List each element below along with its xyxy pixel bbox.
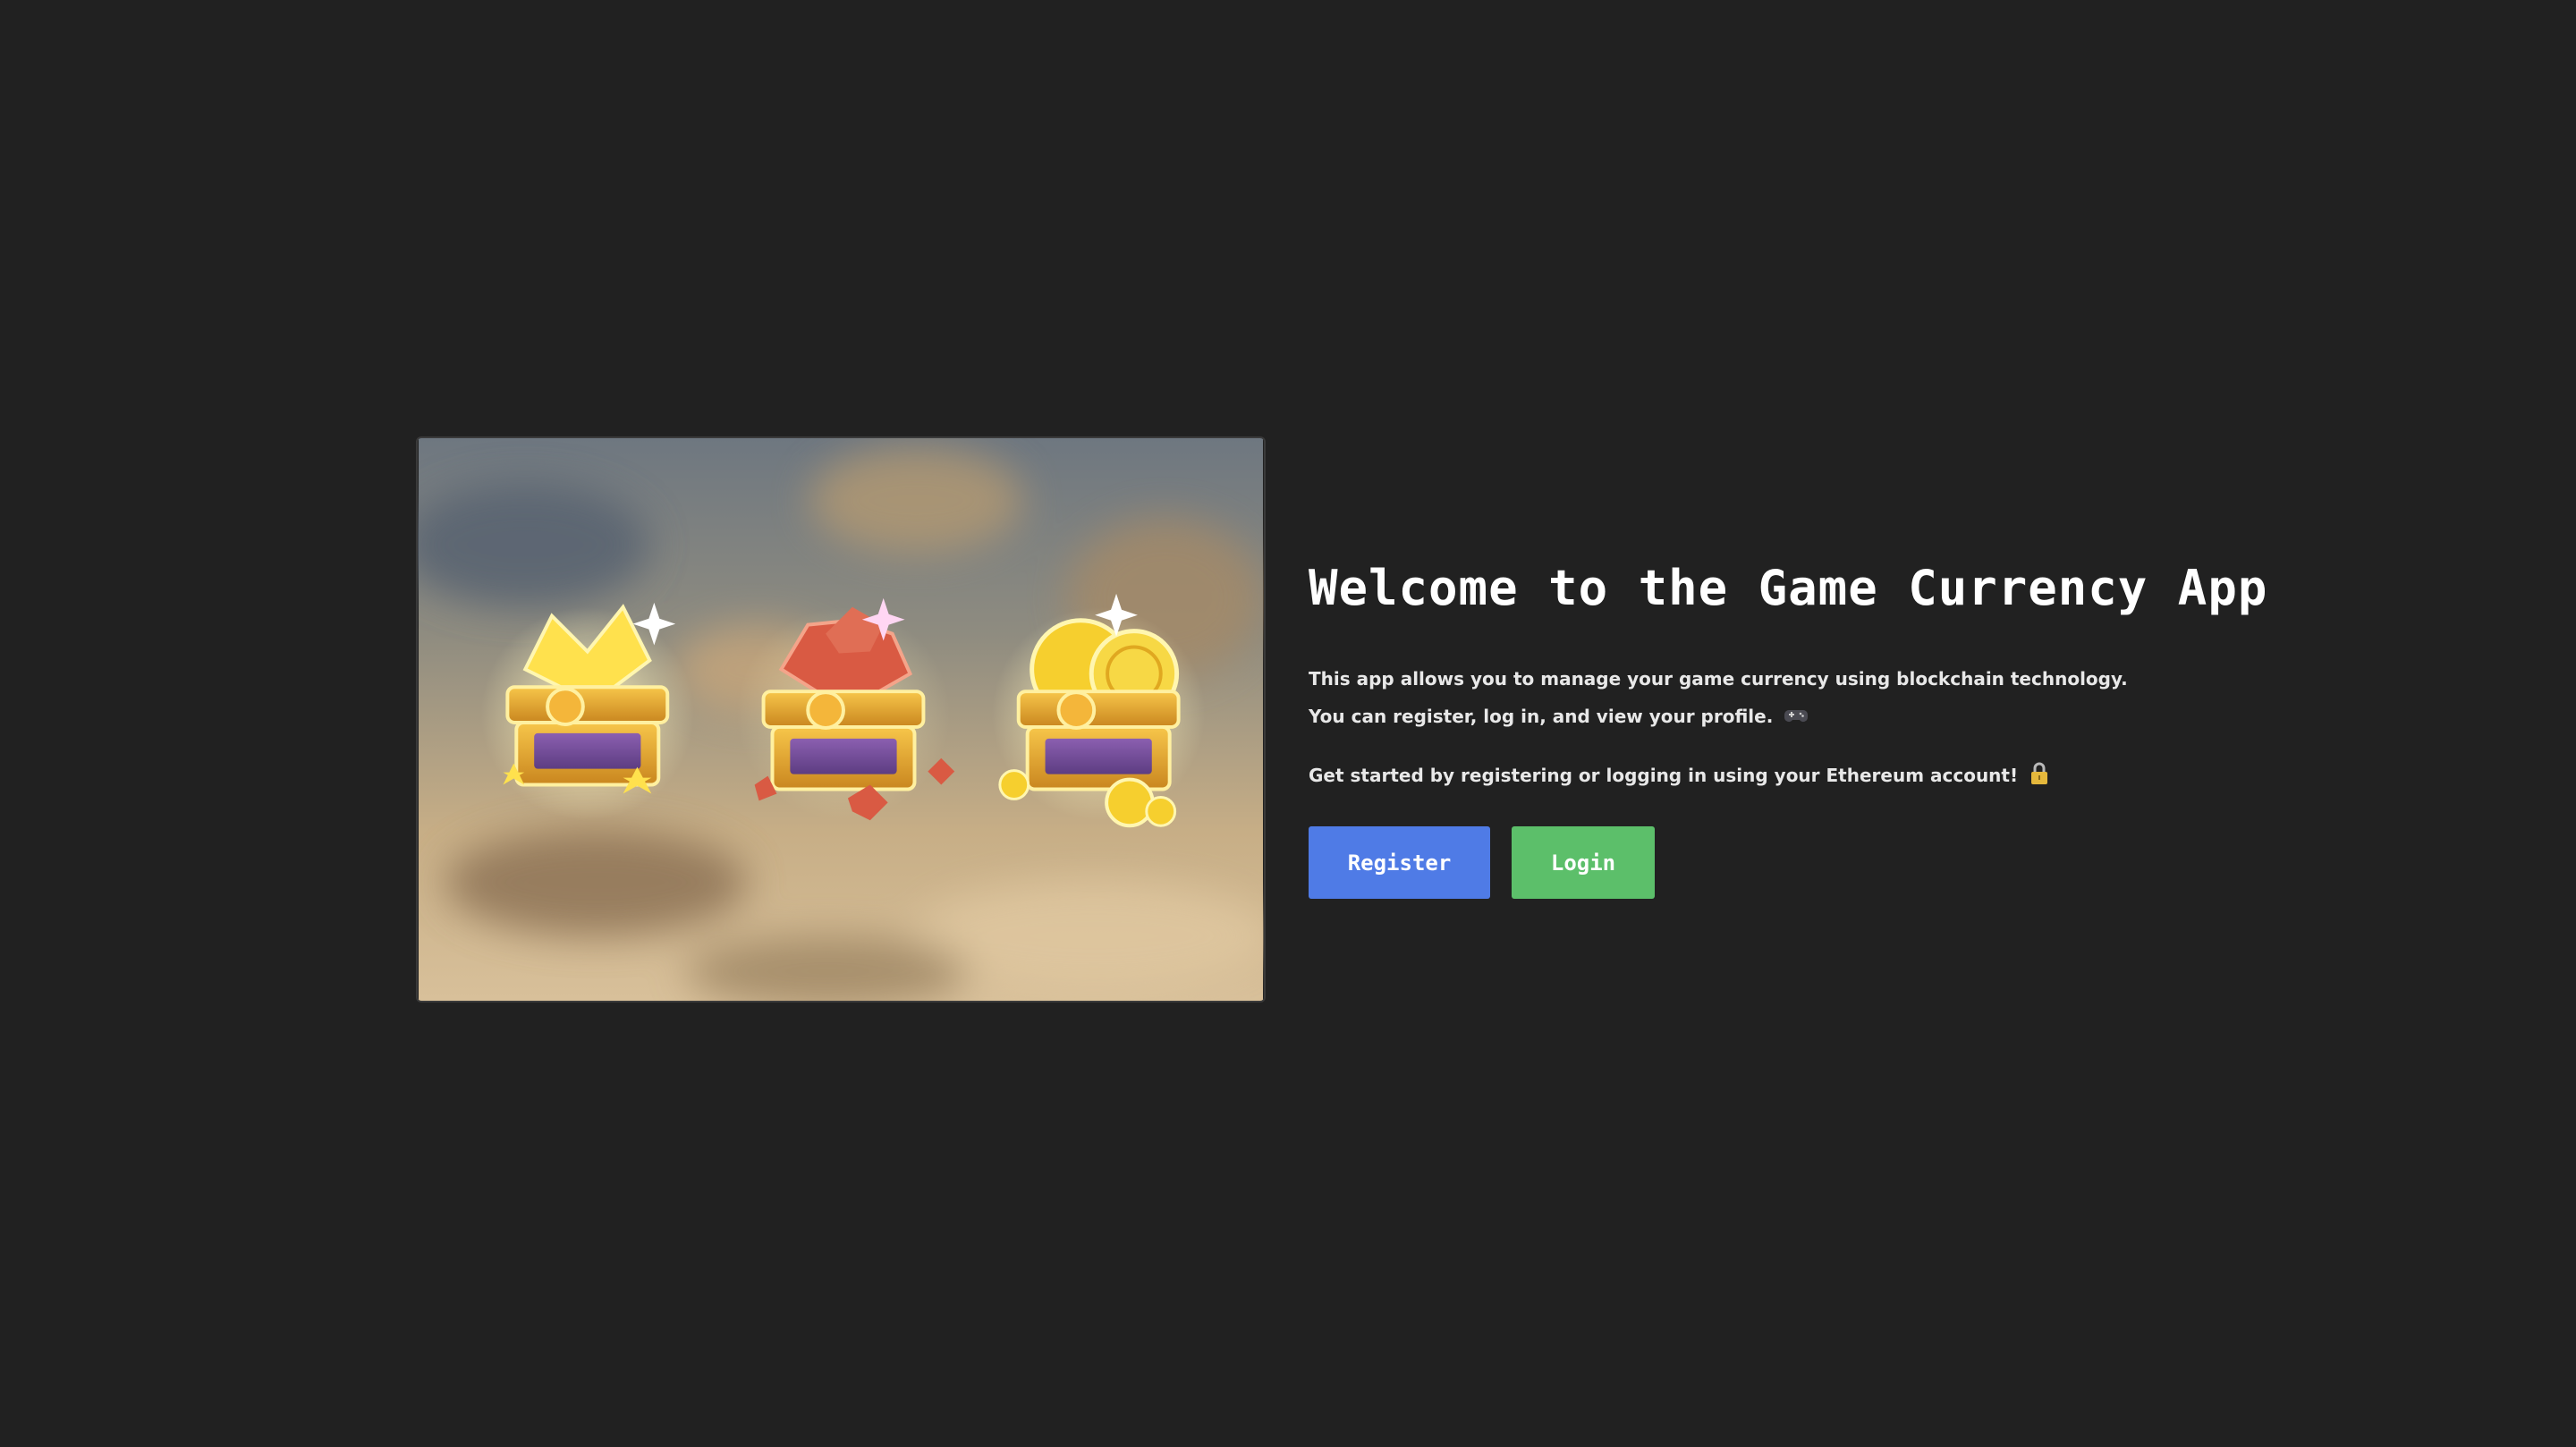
auth-buttons: Register Login xyxy=(1309,826,2203,899)
register-button[interactable]: Register xyxy=(1309,826,1490,899)
hero-image xyxy=(416,436,1266,1003)
welcome-content: Welcome to the Game Currency App This ap… xyxy=(1309,554,2268,899)
welcome-page: Welcome to the Game Currency App This ap… xyxy=(0,0,2576,1447)
app-description-text: This app allows you to manage your game … xyxy=(1309,668,2128,727)
game-controller-icon xyxy=(1784,710,1809,722)
get-started-text-label: Get started by registering or logging in… xyxy=(1309,765,2019,786)
page-title: Welcome to the Game Currency App xyxy=(1309,560,2268,616)
login-button[interactable]: Login xyxy=(1512,826,1655,899)
get-started-text: Get started by registering or logging in… xyxy=(1309,757,2203,794)
treasure-chests-illustration xyxy=(418,438,1264,1001)
lock-icon xyxy=(2031,762,2048,784)
app-description: This app allows you to manage your game … xyxy=(1309,660,2149,735)
